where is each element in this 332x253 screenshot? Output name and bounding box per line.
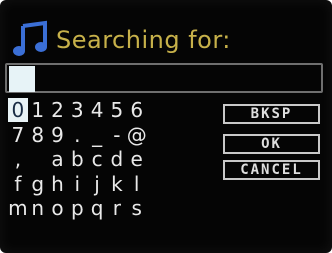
key[interactable]: .	[67, 123, 87, 147]
key[interactable]: e	[127, 147, 147, 171]
key[interactable]: 5	[107, 98, 127, 122]
key[interactable]: @	[127, 123, 147, 147]
key[interactable]: l	[127, 172, 147, 196]
key[interactable]: k	[107, 172, 127, 196]
key[interactable]: j	[87, 172, 107, 196]
key[interactable]: p	[67, 196, 87, 220]
key[interactable]: s	[127, 196, 147, 220]
text-cursor	[9, 66, 35, 92]
key[interactable]: 7	[8, 123, 28, 147]
key[interactable]: f	[8, 172, 28, 196]
key[interactable]: o	[48, 196, 68, 220]
key[interactable]: n	[28, 196, 48, 220]
cancel-button[interactable]: CANCEL	[223, 160, 320, 180]
key[interactable]: 4	[87, 98, 107, 122]
key[interactable]: a	[48, 147, 68, 171]
header: Searching for:	[12, 20, 231, 60]
key[interactable]: _	[87, 123, 107, 147]
search-input[interactable]	[5, 63, 323, 93]
keyboard-row: , a b c d e	[8, 147, 147, 172]
music-note-icon	[13, 20, 47, 56]
keyboard-row: f g h i j k l	[8, 172, 147, 197]
key[interactable]: 0	[8, 98, 28, 123]
key[interactable]: b	[67, 147, 87, 171]
key[interactable]: q	[87, 196, 107, 220]
key[interactable]: 9	[48, 123, 68, 147]
character-keyboard: 0 1 2 3 4 5 6 7 8 9 . _ - @ , a b c d e …	[8, 98, 147, 221]
key[interactable]: 2	[48, 98, 68, 122]
key[interactable]: i	[67, 172, 87, 196]
key[interactable]: h	[48, 172, 68, 196]
key[interactable]: 8	[28, 123, 48, 147]
key[interactable]: c	[87, 147, 107, 171]
radio-display: Searching for: 0 1 2 3 4 5 6 7 8 9 . _ -…	[0, 0, 332, 253]
key[interactable]: -	[107, 123, 127, 147]
key[interactable]: r	[107, 196, 127, 220]
backspace-button[interactable]: BKSP	[223, 104, 320, 124]
keyboard-row: 0 1 2 3 4 5 6	[8, 98, 147, 123]
key[interactable]: ,	[8, 147, 28, 171]
keyboard-row: m n o p q r s	[8, 196, 147, 221]
key[interactable]: g	[28, 172, 48, 196]
key[interactable]: m	[8, 196, 28, 220]
page-title: Searching for:	[56, 26, 231, 54]
keyboard-row: 7 8 9 . _ - @	[8, 123, 147, 148]
ok-button[interactable]: OK	[223, 134, 320, 154]
key[interactable]: 1	[28, 98, 48, 122]
key[interactable]: 6	[127, 98, 147, 122]
key[interactable]: d	[107, 147, 127, 171]
key[interactable]: 3	[67, 98, 87, 122]
